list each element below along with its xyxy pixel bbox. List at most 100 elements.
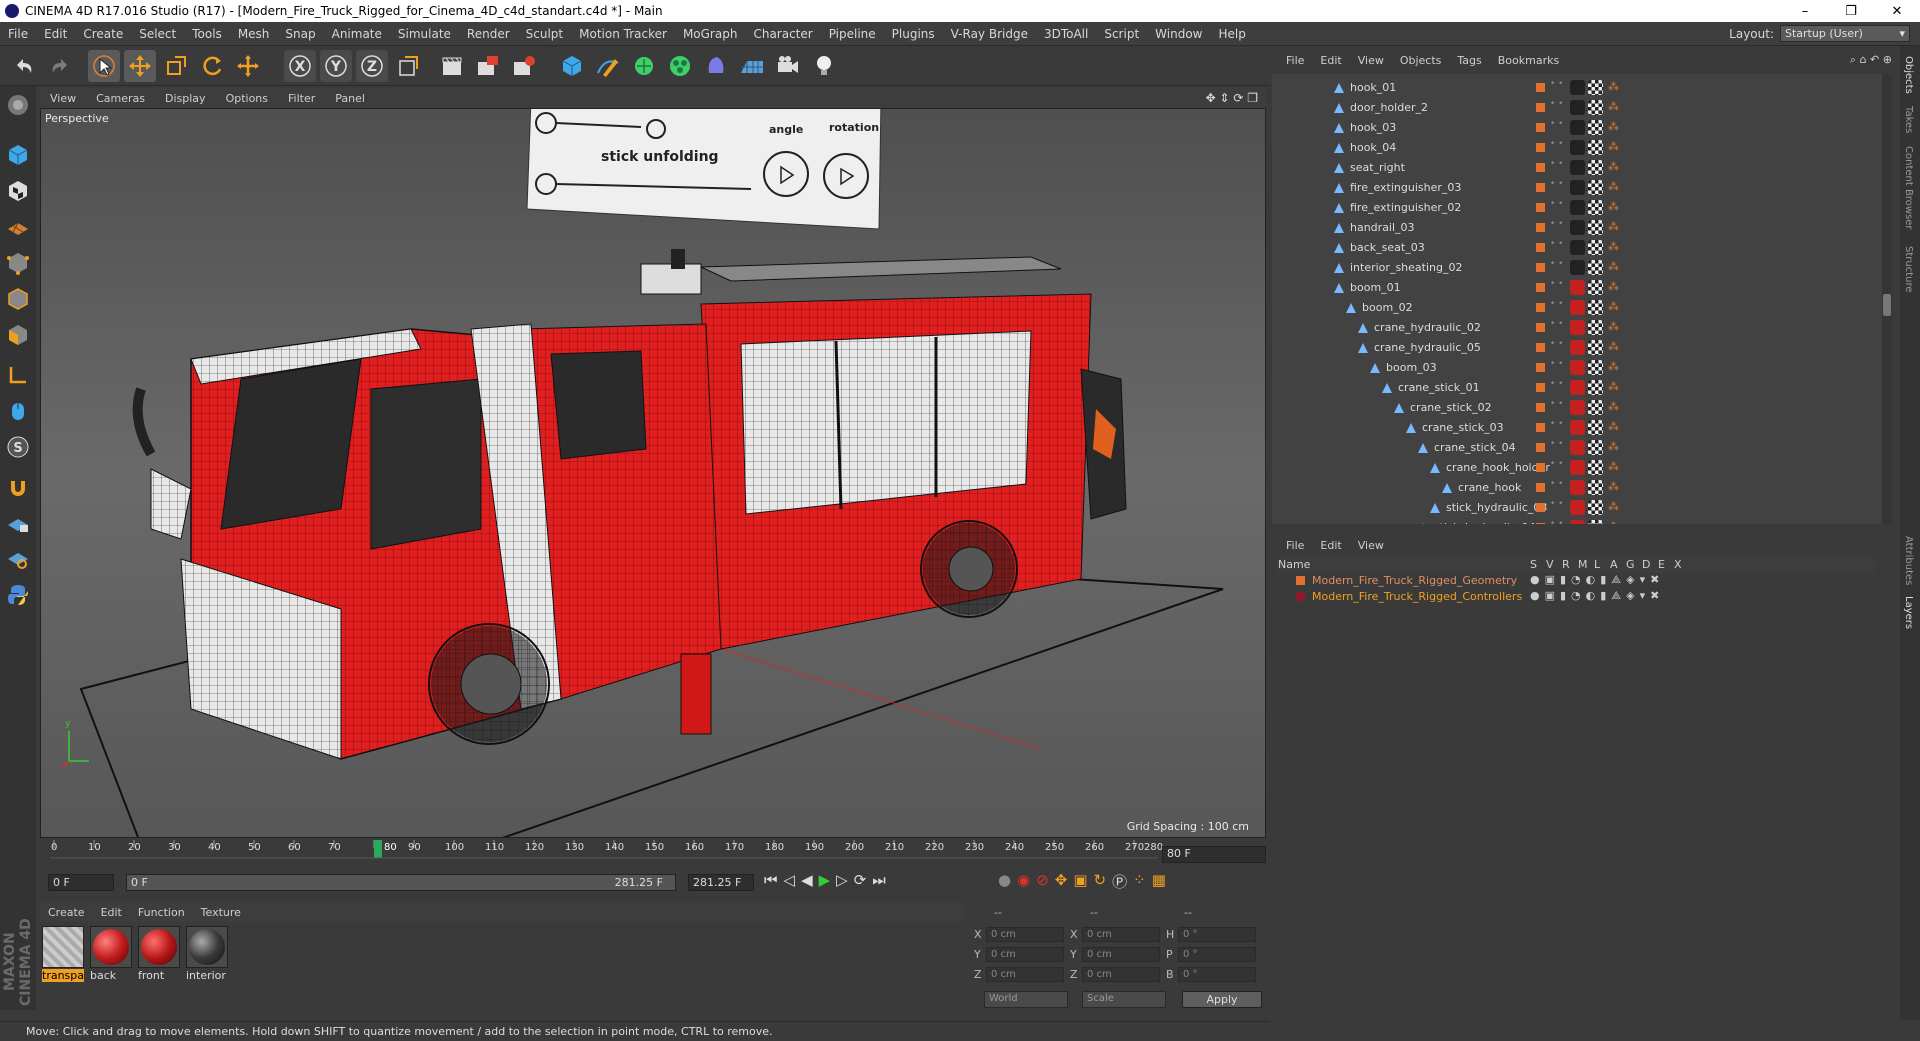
texture-tag-icon[interactable]	[1588, 140, 1603, 155]
current-frame-field[interactable]: 80 F	[1162, 846, 1266, 863]
material-tag-icon[interactable]	[1570, 120, 1585, 135]
material-swatch[interactable]: back	[90, 926, 132, 984]
snap-button[interactable]: S	[3, 432, 33, 462]
visibility-dots[interactable]: • •	[1550, 180, 1563, 189]
material-tag-icon[interactable]	[1570, 240, 1585, 255]
previous-key-button[interactable]: ◁	[784, 871, 796, 889]
menu-file[interactable]: File	[0, 27, 36, 41]
viewport-menu-display[interactable]: Display	[155, 92, 216, 105]
next-frame-button[interactable]: ▷	[836, 871, 848, 889]
end-frame-field[interactable]: 281.25 F	[688, 874, 754, 891]
tab-structure[interactable]: Structure	[1903, 246, 1914, 293]
previous-frame-button[interactable]: ◀	[801, 871, 813, 889]
tab-attributes[interactable]: Attributes	[1903, 536, 1914, 585]
material-tag-icon[interactable]	[1570, 380, 1585, 395]
menu-script[interactable]: Script	[1096, 27, 1147, 41]
layer-color-marker[interactable]	[1536, 483, 1545, 492]
visibility-dots[interactable]: • •	[1550, 520, 1563, 525]
object-row[interactable]: boom_01 • • ⁂	[1272, 278, 1884, 298]
position-z-field[interactable]: 0 cm	[986, 967, 1064, 982]
viewport-navigation-icons[interactable]: ✥ ⇕ ⟳ ❐	[1206, 91, 1258, 105]
coordinate-system-button[interactable]	[392, 50, 424, 82]
visibility-dots[interactable]: • •	[1550, 300, 1563, 309]
position-y-field[interactable]: 0 cm	[986, 947, 1064, 962]
material-tag-icon[interactable]	[1570, 140, 1585, 155]
texture-tag-icon[interactable]	[1588, 80, 1603, 95]
object-row[interactable]: crane_hook • • ⁂	[1272, 478, 1884, 498]
workplane-mode-button[interactable]	[3, 212, 33, 242]
material-tag-icon[interactable]	[1570, 400, 1585, 415]
edges-mode-button[interactable]	[3, 284, 33, 314]
object-row[interactable]: fire_extinguisher_02 • • ⁂	[1272, 198, 1884, 218]
key-param-icon[interactable]: Ⓟ	[1112, 871, 1127, 892]
auto-key-button[interactable]: ⊘	[1036, 871, 1049, 892]
camera-object-button[interactable]	[772, 50, 804, 82]
lock-y-axis-button[interactable]: Y	[320, 50, 352, 82]
texture-tag-icon[interactable]	[1588, 440, 1603, 455]
texture-tag-icon[interactable]	[1588, 480, 1603, 495]
size-y-field[interactable]: 0 cm	[1082, 947, 1160, 962]
start-frame-field[interactable]: 0 F	[48, 874, 114, 891]
ik-tag-icon[interactable]: ⁂	[1608, 100, 1619, 113]
object-name[interactable]: crane_stick_02	[1410, 401, 1492, 414]
record-off-icon[interactable]: ●	[998, 871, 1011, 892]
layer-color-marker[interactable]	[1536, 523, 1545, 524]
material-swatch[interactable]: transpa	[42, 926, 84, 984]
texture-tag-icon[interactable]	[1588, 380, 1603, 395]
object-row[interactable]: crane_hydraulic_02 • • ⁂	[1272, 318, 1884, 338]
axis-mode-button[interactable]	[3, 360, 33, 390]
layer-color-marker[interactable]	[1536, 243, 1545, 252]
menu-render[interactable]: Render	[459, 27, 518, 41]
object-row[interactable]: handrail_03 • • ⁂	[1272, 218, 1884, 238]
lock-x-axis-button[interactable]: X	[284, 50, 316, 82]
light-object-button[interactable]	[808, 50, 840, 82]
ik-tag-icon[interactable]: ⁂	[1608, 440, 1619, 453]
deformer-button[interactable]	[700, 50, 732, 82]
object-name[interactable]: boom_02	[1362, 301, 1413, 314]
layer-color-marker[interactable]	[1536, 163, 1545, 172]
visibility-dots[interactable]: • •	[1550, 100, 1563, 109]
object-name[interactable]: fire_extinguisher_02	[1350, 201, 1461, 214]
object-name[interactable]: fire_extinguisher_03	[1350, 181, 1461, 194]
material-tag-icon[interactable]	[1570, 100, 1585, 115]
tweak-mode-button[interactable]	[3, 396, 33, 426]
size-mode-dropdown[interactable]: Scale	[1082, 991, 1166, 1008]
menu-sculpt[interactable]: Sculpt	[518, 27, 571, 41]
layer-color-marker[interactable]	[1536, 223, 1545, 232]
layer-menu-view[interactable]: View	[1350, 539, 1392, 552]
ik-tag-icon[interactable]: ⁂	[1608, 500, 1619, 513]
texture-tag-icon[interactable]	[1588, 280, 1603, 295]
ik-tag-icon[interactable]: ⁂	[1608, 340, 1619, 353]
visibility-dots[interactable]: • •	[1550, 260, 1563, 269]
model-mode-button[interactable]	[3, 140, 33, 170]
texture-tag-icon[interactable]	[1588, 360, 1603, 375]
visibility-dots[interactable]: • •	[1550, 200, 1563, 209]
visibility-dots[interactable]: • •	[1550, 240, 1563, 249]
record-button[interactable]: ◉	[1017, 871, 1030, 892]
object-row[interactable]: crane_hook_holder • • ⁂	[1272, 458, 1884, 478]
ik-tag-icon[interactable]: ⁂	[1608, 400, 1619, 413]
object-name[interactable]: crane_stick_03	[1422, 421, 1504, 434]
cube-object-button[interactable]	[556, 50, 588, 82]
visibility-dots[interactable]: • •	[1550, 480, 1563, 489]
subdivision-surface-button[interactable]	[628, 50, 660, 82]
texture-tag-icon[interactable]	[1588, 460, 1603, 475]
object-row[interactable]: seat_right • • ⁂	[1272, 158, 1884, 178]
object-name[interactable]: crane_stick_01	[1398, 381, 1480, 394]
object-tree-scrollbar[interactable]	[1882, 74, 1892, 524]
ik-tag-icon[interactable]: ⁂	[1608, 480, 1619, 493]
visibility-dots[interactable]: • •	[1550, 400, 1563, 409]
layer-color-marker[interactable]	[1536, 303, 1545, 312]
ik-tag-icon[interactable]: ⁂	[1608, 240, 1619, 253]
magnet-button[interactable]	[3, 472, 33, 502]
object-name[interactable]: crane_stick_04	[1434, 441, 1516, 454]
ik-tag-icon[interactable]: ⁂	[1608, 160, 1619, 173]
viewport-menu-cameras[interactable]: Cameras	[86, 92, 155, 105]
rotation-h-field[interactable]: 0 °	[1178, 927, 1256, 942]
object-name[interactable]: crane_hydraulic_05	[1374, 341, 1481, 354]
viewport-camera-label[interactable]: Perspective	[45, 112, 109, 125]
visibility-dots[interactable]: • •	[1550, 380, 1563, 389]
ik-tag-icon[interactable]: ⁂	[1608, 200, 1619, 213]
object-row[interactable]: hook_03 • • ⁂	[1272, 118, 1884, 138]
texture-tag-icon[interactable]	[1588, 160, 1603, 175]
